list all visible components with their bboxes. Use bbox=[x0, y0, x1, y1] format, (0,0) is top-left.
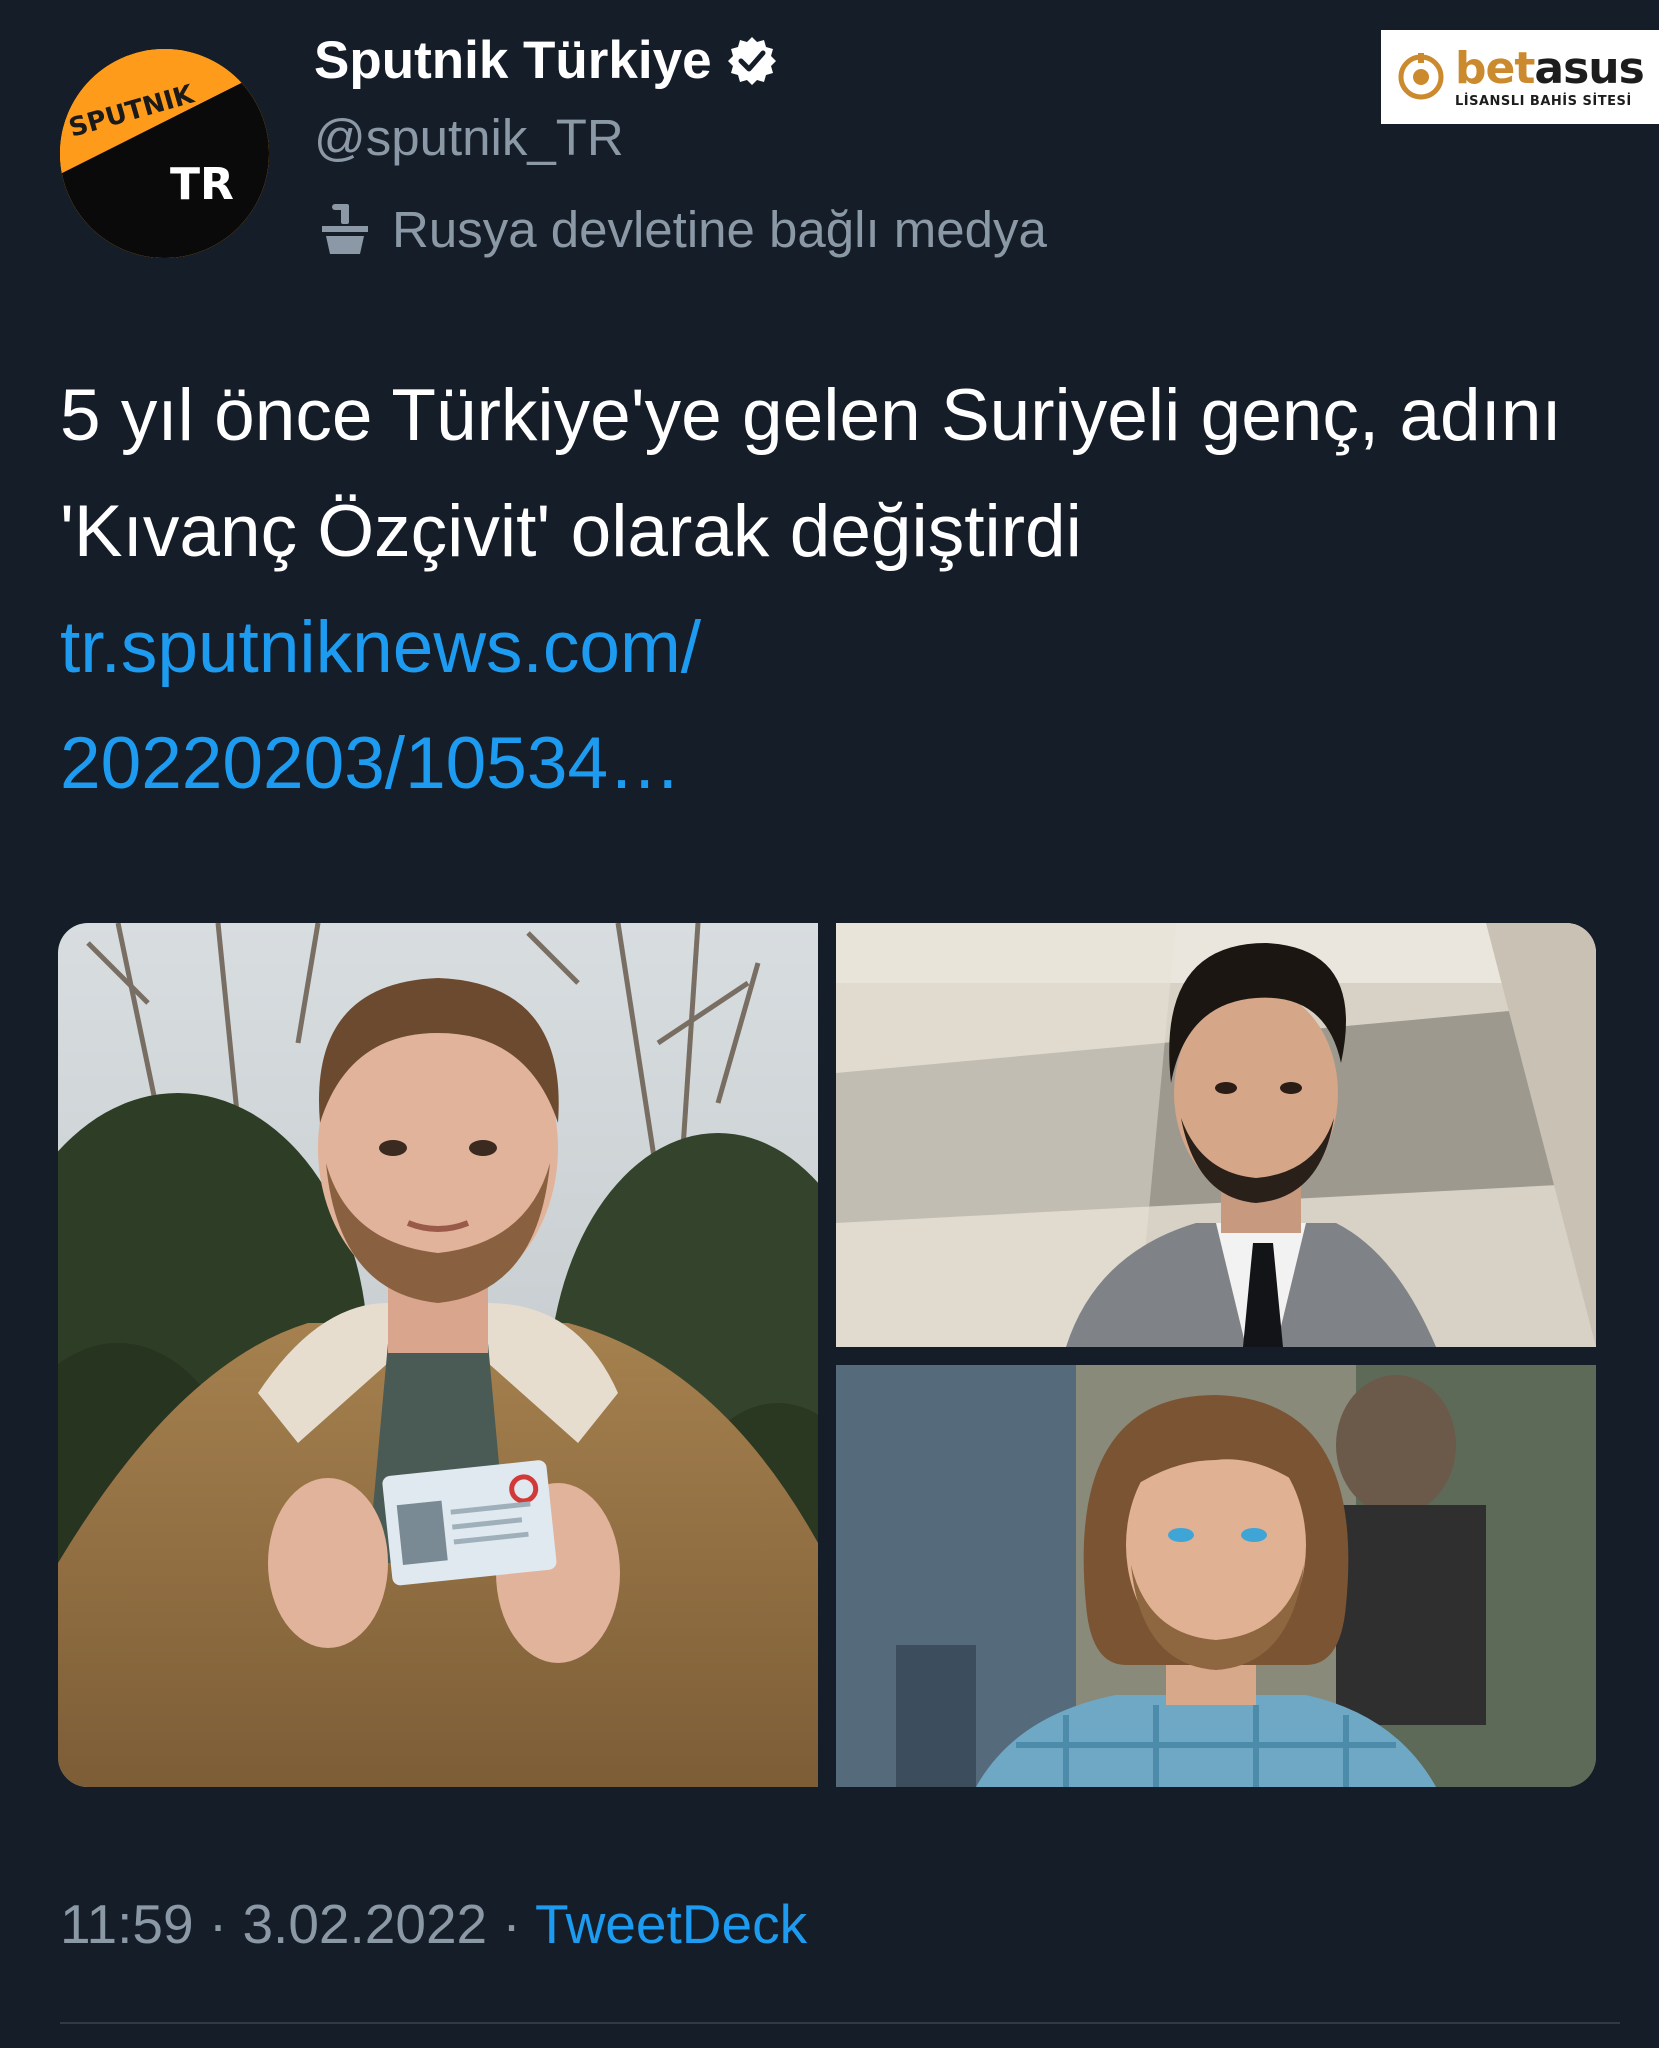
watermark-logo: betasus LİSANSLI BAHİS SİTESİ bbox=[1381, 30, 1659, 124]
photo-actor-suit-image bbox=[836, 923, 1596, 1347]
tweet-time[interactable]: 11:59 bbox=[60, 1893, 194, 1955]
tweet-source[interactable]: TweetDeck bbox=[535, 1893, 807, 1955]
handle[interactable]: @sputnik_TR bbox=[314, 108, 624, 167]
photo-actor-suit[interactable] bbox=[836, 923, 1596, 1347]
divider bbox=[60, 2022, 1620, 2024]
verified-badge-icon bbox=[727, 36, 776, 85]
tweet-text: 5 yıl önce Türkiye'ye gelen Suriyeli gen… bbox=[60, 358, 1580, 822]
tweet-link-part1[interactable]: tr.sputniknews.com/ bbox=[60, 607, 701, 688]
podium-icon bbox=[322, 204, 368, 254]
watermark-brand: betasus bbox=[1455, 42, 1645, 94]
avatar[interactable]: SPUTNIK TR bbox=[60, 49, 269, 258]
watermark-text: betasus LİSANSLI BAHİS SİTESİ bbox=[1455, 42, 1645, 109]
sputnik-logo-icon: SPUTNIK TR bbox=[60, 49, 269, 258]
display-name[interactable]: Sputnik Türkiye bbox=[314, 30, 778, 91]
photo-actor-longhair[interactable] bbox=[836, 1365, 1596, 1787]
state-media-label[interactable]: Rusya devletine bağlı medya bbox=[314, 198, 1047, 260]
tweet-link[interactable]: tr.sputniknews.com/20220203/10534… bbox=[60, 607, 701, 804]
tweet-meta: 11:59 · 3.02.2022 · TweetDeck bbox=[60, 1892, 807, 1956]
photo-man-with-id[interactable] bbox=[58, 923, 818, 1787]
tweet-link-part2[interactable]: 20220203/10534… bbox=[60, 723, 681, 804]
tweet-date[interactable]: 3.02.2022 bbox=[242, 1893, 487, 1955]
photo-man-with-id-image bbox=[58, 923, 818, 1787]
photo-actor-longhair-image bbox=[836, 1365, 1596, 1787]
media-grid bbox=[58, 923, 1596, 1787]
betasus-logo-icon bbox=[1398, 53, 1444, 100]
display-name-text[interactable]: Sputnik Türkiye bbox=[314, 30, 712, 91]
meta-separator-1: · bbox=[193, 1893, 243, 1955]
tweet-page: SPUTNIK TR Sputnik Türkiye @sputnik_TR R… bbox=[0, 0, 1659, 2048]
avatar-text-bottom: TR bbox=[170, 159, 234, 210]
state-media-text: Rusya devletine bağlı medya bbox=[392, 200, 1047, 258]
watermark-tagline: LİSANSLI BAHİS SİTESİ bbox=[1455, 93, 1632, 109]
meta-separator-2: · bbox=[487, 1893, 536, 1955]
tweet-body: 5 yıl önce Türkiye'ye gelen Suriyeli gen… bbox=[60, 375, 1562, 572]
